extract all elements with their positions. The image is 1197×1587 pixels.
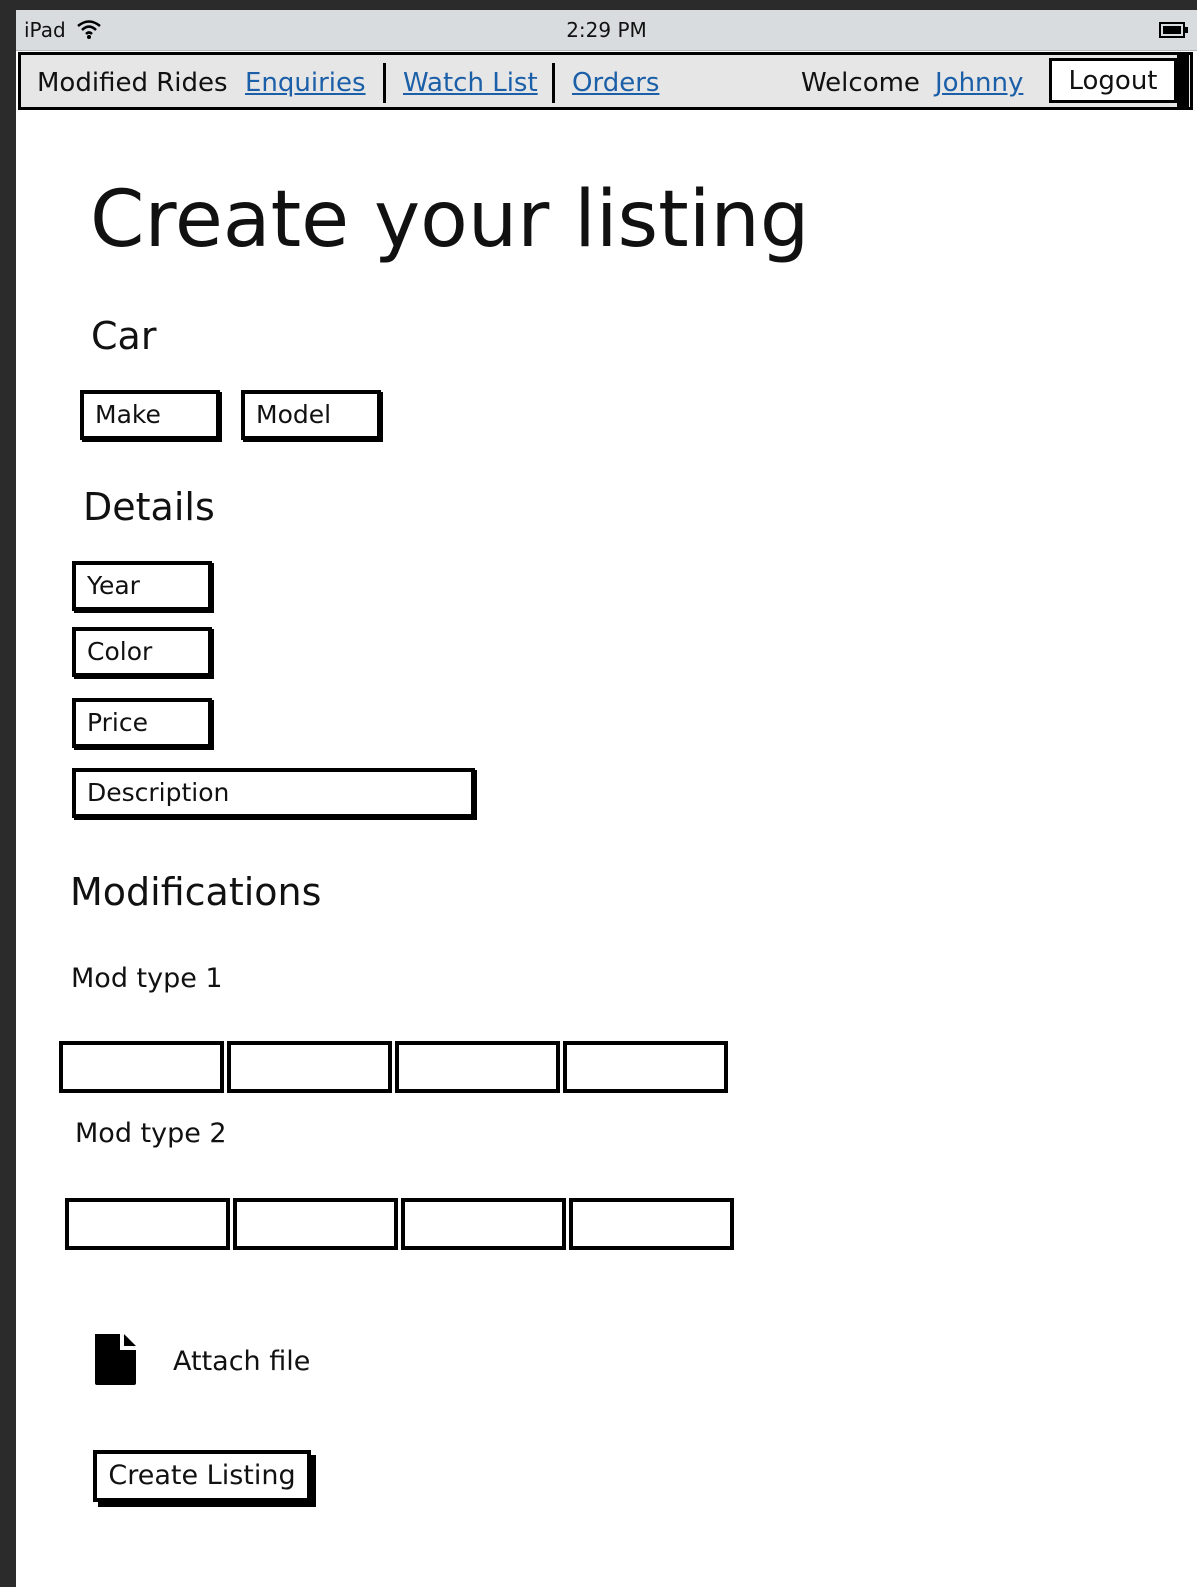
nav-divider <box>383 63 386 103</box>
top-nav: Modified Rides Enquiries Watch List Orde… <box>18 52 1193 110</box>
attach-file-label: Attach file <box>173 1345 311 1377</box>
nav-link-watch-list[interactable]: Watch List <box>403 68 538 98</box>
nav-link-enquiries[interactable]: Enquiries <box>245 68 366 98</box>
mod-type-2-field[interactable] <box>233 1198 398 1250</box>
attach-file-control[interactable]: Attach file <box>92 1332 310 1390</box>
car-heading: Car <box>91 314 157 358</box>
welcome-label: Welcome <box>801 68 920 98</box>
mod-type-2-field[interactable] <box>401 1198 566 1250</box>
description-field[interactable]: Description <box>72 768 475 818</box>
page-title: Create your listing <box>90 175 810 265</box>
modifications-heading: Modifications <box>70 870 322 914</box>
logout-button-shadow <box>1177 55 1189 107</box>
mod-type-1-row <box>59 1041 731 1093</box>
nav-divider <box>552 63 555 103</box>
mod-type-2-label: Mod type 2 <box>75 1118 227 1149</box>
mod-type-2-row <box>65 1198 737 1250</box>
mod-type-1-field[interactable] <box>395 1041 560 1093</box>
mod-type-1-field[interactable] <box>227 1041 392 1093</box>
year-field[interactable]: Year <box>72 561 212 611</box>
price-field[interactable]: Price <box>72 698 212 748</box>
mod-type-1-field[interactable] <box>563 1041 728 1093</box>
status-bar: iPad 2:29 PM <box>16 10 1197 51</box>
nav-link-orders[interactable]: Orders <box>572 68 659 98</box>
create-listing-button[interactable]: Create Listing <box>93 1450 311 1502</box>
mod-type-1-label: Mod type 1 <box>71 963 223 994</box>
file-icon <box>92 1332 138 1390</box>
mod-type-1-field[interactable] <box>59 1041 224 1093</box>
color-field[interactable]: Color <box>72 627 212 677</box>
ipad-screen: iPad 2:29 PM Modified Rides Enquiries Wa… <box>16 10 1197 1587</box>
brand-label: Modified Rides <box>37 68 228 98</box>
nav-link-user[interactable]: Johnny <box>935 68 1023 98</box>
model-field[interactable]: Model <box>241 390 381 440</box>
make-field[interactable]: Make <box>80 390 220 440</box>
battery-icon <box>1159 22 1189 42</box>
mod-type-2-field[interactable] <box>65 1198 230 1250</box>
details-heading: Details <box>83 485 215 529</box>
logout-button[interactable]: Logout <box>1049 58 1177 103</box>
mod-type-2-field[interactable] <box>569 1198 734 1250</box>
clock: 2:29 PM <box>566 18 647 42</box>
